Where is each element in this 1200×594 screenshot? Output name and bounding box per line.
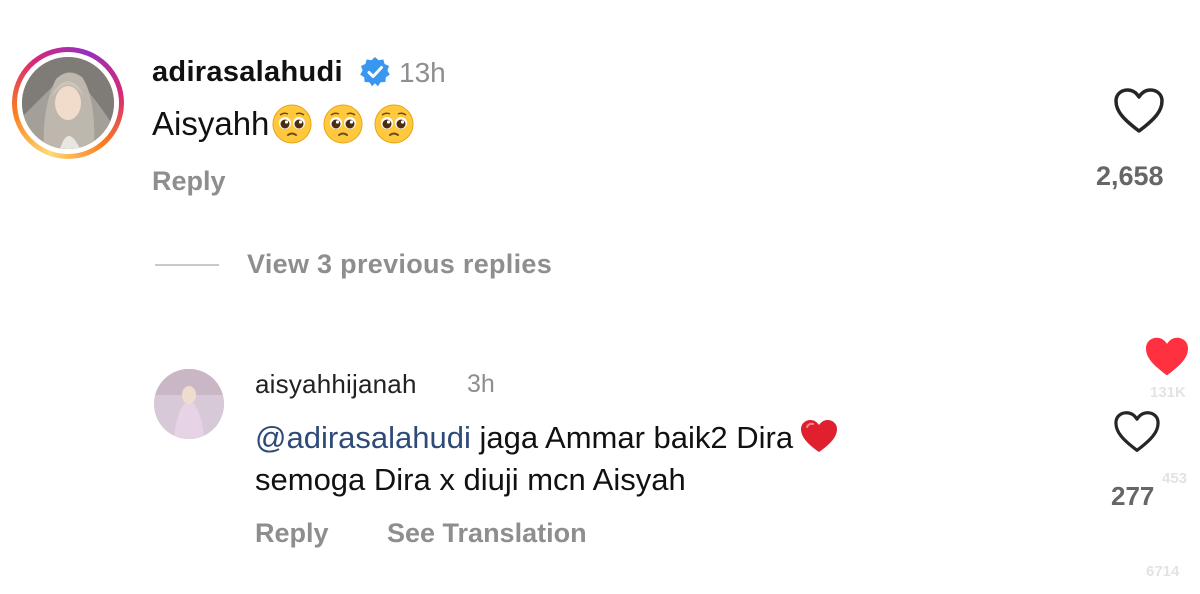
comment-timestamp: 13h — [399, 57, 446, 88]
reply-body: @adirasalahudi jaga Ammar baik2 Dira sem… — [255, 417, 975, 501]
see-translation-button[interactable]: See Translation — [387, 518, 587, 549]
reply-avatar[interactable] — [154, 369, 224, 439]
replies-divider — [155, 264, 219, 266]
verified-badge-icon — [359, 56, 391, 88]
like-heart-icon[interactable] — [1113, 87, 1165, 135]
reply-like-count: 277 — [1111, 481, 1155, 511]
reply-button[interactable]: Reply — [255, 518, 329, 549]
story-ring-avatar[interactable] — [12, 47, 124, 159]
view-previous-replies-button[interactable]: View 3 previous replies — [247, 249, 552, 280]
avatar — [22, 57, 114, 149]
overlay-liked-count: 131K — [1150, 384, 1186, 401]
pleading-face-icon — [374, 104, 414, 144]
overlay-count: 6714 — [1146, 563, 1180, 580]
like-heart-icon[interactable] — [1113, 410, 1161, 454]
liked-heart-icon[interactable] — [1144, 336, 1190, 378]
reply-text-line1: jaga Ammar baik2 Dira — [470, 420, 794, 455]
reply-text-line2: semoga Dira x diuji mcn Aisyah — [255, 462, 686, 497]
comment-username[interactable]: adirasalahudi — [152, 56, 343, 89]
red-heart-icon — [801, 420, 838, 452]
reply-button[interactable]: Reply — [152, 166, 226, 197]
reply-timestamp: 3h — [467, 370, 495, 398]
overlay-count: 453 — [1162, 470, 1188, 487]
emoji-group — [272, 104, 414, 144]
avatar-border — [17, 52, 119, 154]
mention-link[interactable]: @adirasalahudi — [255, 420, 471, 455]
comment-body: Aisyahh — [152, 104, 414, 144]
reply-username[interactable]: aisyahhijanah — [255, 369, 417, 400]
like-count: 2,658 — [1096, 161, 1164, 191]
pleading-face-icon — [272, 104, 312, 144]
comment-text: Aisyahh — [152, 105, 270, 142]
pleading-face-icon — [323, 104, 363, 144]
